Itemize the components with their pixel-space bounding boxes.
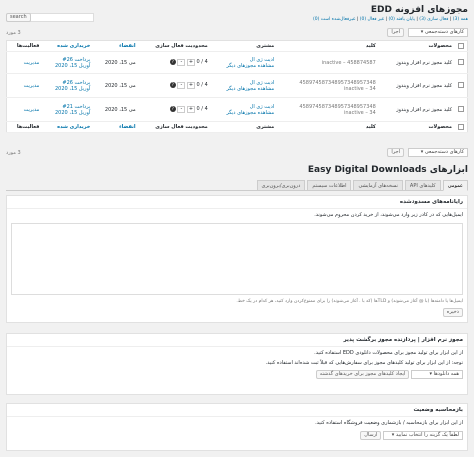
bulk-action-select-bottom[interactable]: کارهای دسته‌جمعی ▾ (408, 148, 468, 157)
items-count: 3 مورد (6, 30, 21, 36)
help-icon[interactable]: ? (169, 59, 176, 65)
key-status: inactive – 34 (343, 109, 376, 116)
tab-general[interactable]: عمومی (442, 180, 468, 191)
save-button[interactable]: ذخیره (442, 308, 463, 317)
license-panel-description2: توجه: از این ابزار برای تولید کلیدهای مج… (265, 360, 463, 366)
purchase-date: آوریل 15، 2020 (55, 85, 91, 92)
product-cell: کلید مجوز نرم افزار ویندوز (378, 97, 455, 122)
product-cell: کلید مجوز نرم افزار ویندوز (378, 51, 455, 74)
row-checkbox[interactable] (458, 59, 464, 66)
column-expires[interactable]: انقضاء (93, 40, 139, 52)
table-row: کلید مجوز نرم افزار ویندوز 4589745873489… (6, 97, 468, 122)
tab-api-keys[interactable]: کلیدهای API (404, 180, 441, 191)
increase-button[interactable]: + (186, 106, 195, 113)
tab-import-export[interactable]: درون‌بری/برون‌بری (256, 180, 306, 191)
apply-button-bottom[interactable]: اجرا (387, 148, 404, 157)
downloads-select-label: همه دانلودها (433, 371, 459, 377)
table-footer-row: محصولات کلید مشتری محدودیت فعال سازی انق… (6, 121, 468, 133)
key-status: inactive – 34 (343, 85, 376, 92)
recount-select[interactable]: لطفاً یک گزینه را انتخاب نمایید ▾ (383, 431, 463, 440)
increase-button[interactable]: + (186, 59, 195, 66)
decrease-button[interactable]: - (177, 106, 186, 113)
recount-panel-description: از این ابزار برای بازمحاسبه / بازشماری و… (315, 420, 463, 426)
banned-emails-heading: رایانامه‌های مسدودشده (7, 196, 467, 209)
banned-emails-note: ایمیل‌ها یا دامنه‌ها (با @ آغاز می‌شوند)… (236, 299, 463, 304)
column-actions: فعالیت‌ها (6, 40, 43, 52)
license-panel-heading: مجوز نرم افزار | پردازنده مجوز برگشت پذی… (7, 334, 467, 347)
decrease-button[interactable]: - (177, 82, 186, 89)
column-expires[interactable]: انقضاء (93, 121, 139, 133)
key-cell: inactive – 458874587 (277, 51, 379, 74)
activation-count: 4 / 0 (196, 59, 208, 65)
column-purchased[interactable]: خریداری شده (42, 121, 94, 133)
search-button[interactable]: search (6, 13, 31, 22)
tab-betas[interactable]: نسخه‌های آزمایشی (353, 180, 403, 191)
row-checkbox[interactable] (458, 106, 464, 113)
select-all-checkbox[interactable] (458, 42, 464, 49)
row-checkbox[interactable] (458, 82, 464, 89)
license-panel-description: از این ابزار برای تولید مجوز برای محصولا… (314, 350, 463, 356)
expires-cell: می 15، 2020 (93, 51, 139, 74)
help-icon[interactable]: ? (169, 106, 176, 112)
search-input[interactable] (28, 13, 94, 22)
filter-all[interactable]: همه (3) (453, 17, 468, 22)
recount-select-label: لطفاً یک گزینه را انتخاب نمایید (395, 432, 459, 438)
license-generator-panel: مجوز نرم افزار | پردازنده مجوز برگشت پذی… (6, 333, 468, 395)
filter-active[interactable]: فعال سازی (3) (419, 17, 448, 22)
bulk-action-label: کارهای دسته‌جمعی (424, 149, 464, 155)
filter-expired[interactable]: پایان یافته (0) (389, 17, 415, 22)
column-actions: فعالیت‌ها (6, 121, 43, 133)
filter-disabled[interactable]: غیرفعال‌شده است (0) (313, 17, 355, 22)
licenses-table: محصولات کلید مشتری محدودیت فعال سازی انق… (6, 40, 468, 133)
table-header-row: محصولات کلید مشتری محدودیت فعال سازی انق… (6, 40, 468, 52)
product-cell: کلید مجوز نرم افزار ویندوز (378, 73, 455, 98)
submit-button[interactable]: ارسال (360, 431, 382, 440)
decrease-button[interactable]: - (177, 59, 186, 66)
tools-tabs: عمومیکلیدهای APIنسخه‌های آزمایشیاطلاعات … (6, 180, 468, 191)
column-customer: مشتری (210, 121, 278, 133)
increase-button[interactable]: + (186, 82, 195, 89)
other-licenses-link[interactable]: مشاهده مجوزهای دیگر (214, 63, 274, 69)
banned-emails-textarea[interactable] (11, 223, 463, 295)
tools-title: ابزارهای Easy Digital Downloads (307, 165, 468, 175)
other-licenses-link[interactable]: مشاهده مجوزهای دیگر (214, 86, 274, 92)
column-product: محصولات (378, 121, 455, 133)
apply-button[interactable]: اجرا (387, 28, 404, 37)
items-count-bottom: 3 مورد (6, 150, 21, 156)
activation-count: 4 / 0 (196, 106, 208, 112)
purchase-date: آوریل 15، 2020 (55, 109, 91, 116)
purchase-date: آوریل 15، 2020 (55, 62, 91, 69)
manage-link[interactable]: مدیریت (6, 97, 43, 122)
page-title: مجوزهای افزونه EDD (370, 5, 468, 15)
column-key: کلید (277, 121, 379, 133)
status-filters: همه (3) | فعال سازی (3) | پایان یافته (0… (312, 17, 468, 22)
bulk-action-select[interactable]: کارهای دسته‌جمعی ▾ (408, 28, 468, 37)
manage-link[interactable]: مدیریت (6, 73, 43, 98)
table-row: کلید مجوز نرم افزار ویندوز inactive – 45… (6, 51, 468, 74)
recount-panel-heading: بازمحاسبه وضعیت (7, 404, 467, 417)
column-activation-limit: محدودیت فعال سازی (138, 121, 211, 133)
banned-emails-panel: رایانامه‌های مسدودشده ایمیل‌هایی که در ک… (6, 195, 468, 323)
manage-link[interactable]: مدیریت (6, 51, 43, 74)
activation-count: 4 / 0 (196, 82, 208, 88)
column-activation-limit: محدودیت فعال سازی (138, 40, 211, 52)
column-purchased[interactable]: خریداری شده (42, 40, 94, 52)
recount-panel: بازمحاسبه وضعیت از این ابزار برای بازمحا… (6, 403, 468, 451)
expires-cell: می 15، 2020 (93, 97, 139, 122)
expires-cell: می 15، 2020 (93, 73, 139, 98)
bulk-action-label: کارهای دسته‌جمعی (424, 29, 464, 35)
help-icon[interactable]: ? (169, 82, 176, 88)
select-all-checkbox-footer[interactable] (458, 123, 464, 130)
column-product: محصولات (378, 40, 455, 52)
banned-emails-description: ایمیل‌هایی که در کادر زیر وارد می‌شوند، … (314, 212, 463, 218)
downloads-select[interactable]: همه دانلودها ▾ (411, 370, 463, 379)
generate-licenses-button[interactable]: ایجاد کلیدهای مجوز برای خریدهای گذشته (315, 370, 410, 379)
table-row: کلید مجوز نرم افزار ویندوز 4589745873489… (6, 73, 468, 98)
column-key: کلید (277, 40, 379, 52)
tab-system-info[interactable]: اطلاعات سیستم (307, 180, 352, 191)
filter-inactive[interactable]: غیر فعال (0) (360, 17, 384, 22)
other-licenses-link[interactable]: مشاهده مجوزهای دیگر (214, 110, 274, 116)
column-customer: مشتری (210, 40, 278, 52)
